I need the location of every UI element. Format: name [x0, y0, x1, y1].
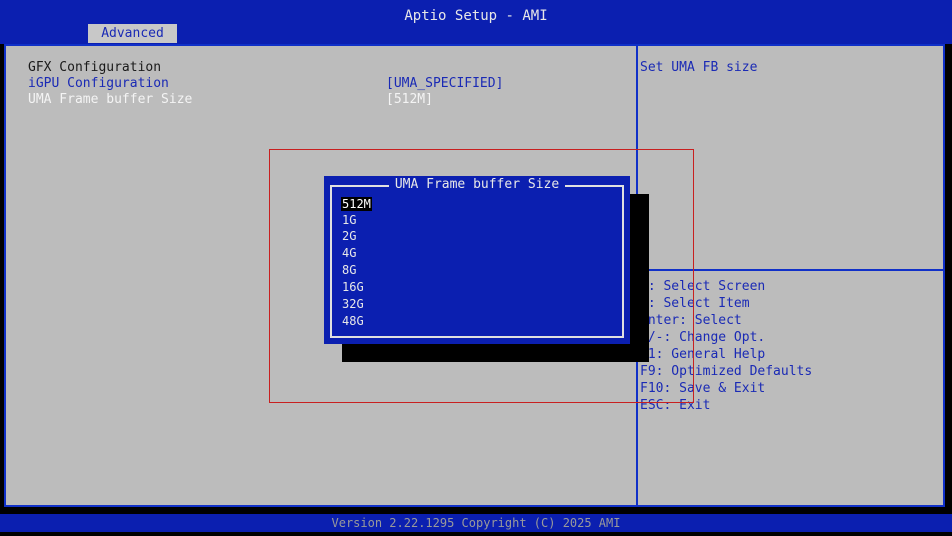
- popup-option-4g[interactable]: 4G: [342, 246, 356, 260]
- tab-advanced[interactable]: Advanced: [88, 24, 177, 43]
- popup-frame: [330, 185, 624, 338]
- uma-frame-buffer-popup: UMA Frame buffer Size 512M 1G 2G 4G 8G 1…: [324, 176, 630, 344]
- popup-option-512m[interactable]: 512M: [341, 197, 372, 211]
- setting-value-igpu-configuration[interactable]: [UMA_SPECIFIED]: [386, 76, 503, 92]
- popup-option-8g[interactable]: 8G: [342, 263, 356, 277]
- popup-option-48g[interactable]: 48G: [342, 314, 364, 328]
- popup-option-16g[interactable]: 16G: [342, 280, 364, 294]
- popup-option-32g[interactable]: 32G: [342, 297, 364, 311]
- title-bar: Aptio Setup - AMI Advanced: [0, 0, 952, 44]
- setting-label-igpu-configuration[interactable]: iGPU Configuration: [28, 76, 169, 92]
- popup-title: UMA Frame buffer Size: [324, 177, 630, 193]
- setting-label-uma-frame-buffer-size[interactable]: UMA Frame buffer Size: [28, 92, 192, 108]
- popup-option-1g[interactable]: 1G: [342, 213, 356, 227]
- setting-value-uma-frame-buffer-size[interactable]: [512M]: [386, 92, 433, 108]
- help-text: Set UMA FB size: [640, 60, 758, 75]
- version-bar: Version 2.22.1295 Copyright (C) 2025 AMI: [0, 514, 952, 532]
- app-title: Aptio Setup - AMI: [404, 8, 548, 24]
- section-title: GFX Configuration: [28, 60, 162, 75]
- popup-title-text: UMA Frame buffer Size: [388, 177, 566, 192]
- popup-option-2g[interactable]: 2G: [342, 229, 356, 243]
